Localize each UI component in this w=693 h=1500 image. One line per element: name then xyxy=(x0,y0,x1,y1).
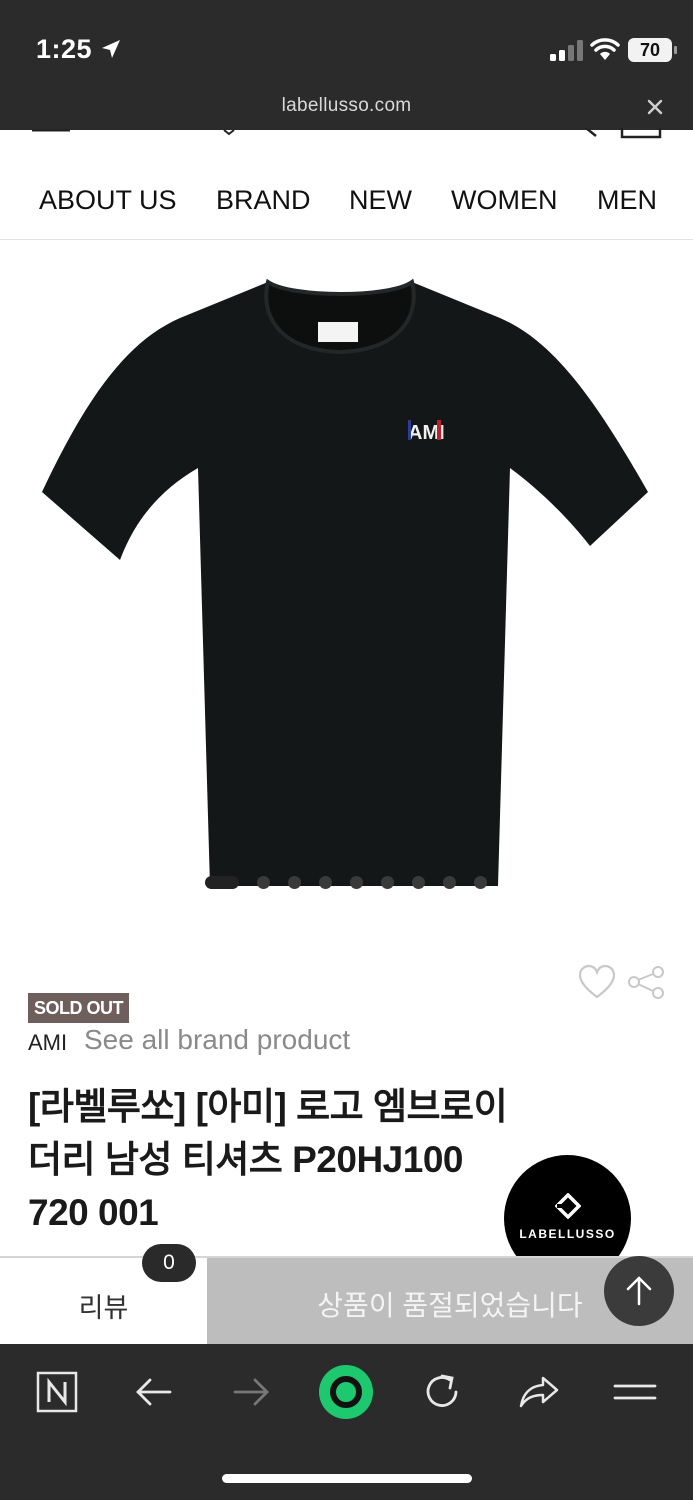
carousel-dot[interactable] xyxy=(474,876,487,889)
menu-icon[interactable] xyxy=(32,128,72,140)
product-title-line: 720 001 xyxy=(28,1192,159,1233)
nav-item-about-us[interactable]: ABOUT US xyxy=(39,185,177,216)
sold-out-badge: SOLD OUT xyxy=(28,993,129,1023)
nav-item-men[interactable]: MEN xyxy=(597,185,657,216)
chevron-down-icon[interactable] xyxy=(222,128,236,140)
back-arrow-icon[interactable] xyxy=(132,1370,176,1414)
nav-item-new[interactable]: NEW xyxy=(349,185,412,216)
review-label: 리뷰 xyxy=(78,1293,129,1323)
forward-arrow-icon[interactable] xyxy=(229,1370,273,1414)
status-time: 1:25 xyxy=(36,34,93,64)
product-image[interactable]: AMI xyxy=(30,270,663,890)
naver-n-icon[interactable] xyxy=(35,1370,79,1414)
cart-icon[interactable] xyxy=(620,128,662,140)
close-icon[interactable] xyxy=(644,96,666,118)
labellusso-label: LABELLUSSO xyxy=(519,1227,616,1241)
heart-icon[interactable] xyxy=(578,964,616,1000)
menu-lines-icon[interactable] xyxy=(613,1370,657,1414)
carousel-dot[interactable] xyxy=(319,876,332,889)
see-all-brand-link[interactable]: See all brand product xyxy=(84,1024,350,1056)
carousel-dot[interactable] xyxy=(443,876,456,889)
battery-indicator: 70 xyxy=(628,38,677,62)
nav-item-brand[interactable]: BRAND xyxy=(216,185,311,216)
refresh-icon[interactable] xyxy=(420,1370,464,1414)
carousel-dot[interactable] xyxy=(350,876,363,889)
product-title: [라벨루쏘] [아미] 로고 엠브로이 더리 남성 티셔츠 P20HJ100 7… xyxy=(28,1080,558,1239)
wifi-icon xyxy=(590,38,620,60)
url-display[interactable]: labellusso.com xyxy=(0,95,693,117)
carousel-dot[interactable] xyxy=(205,876,239,889)
carousel-dot[interactable] xyxy=(288,876,301,889)
location-arrow-icon xyxy=(102,40,120,58)
green-dot-icon[interactable] xyxy=(318,1364,374,1420)
scroll-to-top-button[interactable] xyxy=(604,1256,674,1326)
cellular-signal-icon xyxy=(550,40,583,61)
status-and-url-bar: 1:25 70 labellusso.com xyxy=(0,0,693,130)
search-icon[interactable] xyxy=(578,128,602,140)
home-indicator xyxy=(222,1474,472,1483)
brand-name: AMI xyxy=(28,1030,68,1055)
arrow-up-icon xyxy=(626,1276,652,1306)
carousel-dot[interactable] xyxy=(381,876,394,889)
labellusso-logo-icon xyxy=(555,1193,581,1219)
carousel-dot[interactable] xyxy=(257,876,270,889)
product-title-line: [라벨루쏘] [아미] 로고 엠브로이 xyxy=(28,1086,508,1127)
review-count-badge: 0 xyxy=(142,1244,196,1282)
nav-item-women[interactable]: WOMEN xyxy=(451,185,557,216)
carousel-dot[interactable] xyxy=(412,876,425,889)
share-arrow-icon[interactable] xyxy=(517,1370,561,1414)
product-title-line: 더리 남성 티셔츠 P20HJ100 xyxy=(28,1139,463,1180)
main-nav: ABOUT US BRAND NEW WOMEN MEN xyxy=(0,160,693,240)
share-icon[interactable] xyxy=(626,964,666,1000)
